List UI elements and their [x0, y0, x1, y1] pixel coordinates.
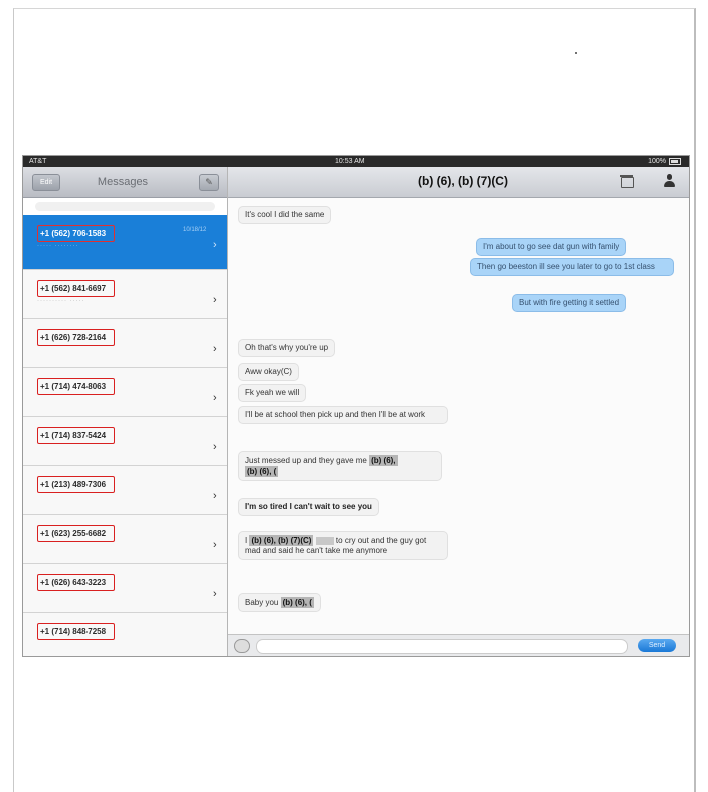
battery-indicator: 100% [648, 156, 681, 167]
search-input[interactable] [35, 202, 215, 211]
status-bar: AT&T 10:53 AM 100% [23, 156, 689, 167]
left-navbar: Edit Messages ✎ [23, 167, 227, 198]
compose-button[interactable]: ✎ [199, 174, 219, 191]
message-bubble-incoming: It's cool I did the same [238, 206, 332, 224]
message-bubble-outgoing: But with fire getting it settled [512, 294, 627, 312]
contact-name: +1 (626) 728-2164 [37, 329, 116, 346]
redaction-box: (b) (6), ( [245, 466, 279, 477]
message-bubble-incoming: I'll be at school then pick up and then … [238, 406, 448, 424]
chevron-right-icon: › [213, 239, 217, 251]
send-button[interactable]: Send [638, 639, 676, 652]
contact-name: +1 (562) 841-6697 [37, 280, 116, 297]
carrier-label: AT&T [29, 158, 47, 165]
battery-percent: 100% [648, 158, 666, 165]
conversation-item[interactable]: +1 (714) 474-8063 › [23, 368, 227, 417]
redaction-box: (b) (6), (b) (7)(C) [249, 535, 314, 546]
conversation-list: +1 (562) 706-1583 10/18/12 ····· ·······… [23, 215, 227, 656]
chevron-right-icon: › [213, 294, 217, 306]
conversation-item[interactable]: +1 (562) 841-6697 ·········· ····· › [23, 270, 227, 319]
conversation-preview: ····· ········ [37, 243, 79, 249]
message-bubble-incoming: Oh that's why you're up [238, 339, 336, 357]
contact-name: +1 (626) 643-3223 [37, 574, 116, 591]
contact-name: +1 (714) 474-8063 [37, 378, 116, 395]
message-text: I [245, 536, 248, 545]
message-bubble-incoming: Baby you (b) (6), ( [238, 593, 321, 612]
conversation-list-pane: Edit Messages ✎ +1 (562) 706-1583 10/18/… [23, 167, 228, 656]
clock: 10:53 AM [335, 158, 365, 165]
contact-name: +1 (623) 255-6682 [37, 525, 116, 542]
contact-name: +1 (714) 837-5424 [37, 427, 116, 444]
chat-pane: (b) (6), (b) (7)(C) It's cool I did the … [228, 167, 689, 656]
composer-bar: Send [228, 634, 689, 656]
contact-name: +1 (714) 848-7258 [37, 623, 116, 640]
chevron-right-icon: › [213, 343, 217, 355]
chevron-right-icon: › [213, 588, 217, 600]
chevron-right-icon: › [213, 490, 217, 502]
chat-navbar: (b) (6), (b) (7)(C) [228, 167, 689, 198]
battery-icon [669, 157, 681, 165]
contact-name: +1 (213) 489-7306 [37, 476, 116, 493]
message-text: Just messed up and they gave me [245, 456, 367, 465]
message-text: Baby you [245, 598, 279, 607]
compose-icon: ✎ [205, 177, 213, 187]
message-bubble-incoming: I'm so tired I can't wait to see you [238, 498, 379, 516]
camera-icon[interactable] [234, 639, 250, 653]
messages-title: Messages [97, 176, 149, 188]
conversation-item[interactable]: +1 (623) 255-6682 › [23, 515, 227, 564]
conversation-item[interactable]: +1 (213) 489-7306 › [23, 466, 227, 515]
message-input[interactable] [256, 639, 628, 654]
chevron-right-icon: › [213, 441, 217, 453]
chat-title: (b) (6), (b) (7)(C) [418, 174, 508, 188]
chevron-right-icon: › [213, 539, 217, 551]
ipad-screen: AT&T 10:53 AM 100% Edit Messages ✎ +1 (5… [22, 155, 690, 657]
redaction-box: (b) (6), ( [280, 597, 314, 608]
contact-icon[interactable] [663, 173, 677, 189]
conversation-item[interactable]: +1 (714) 837-5424 › [23, 417, 227, 466]
redaction-bar [315, 536, 334, 545]
conversation-item[interactable]: +1 (714) 848-7258 [23, 613, 227, 656]
message-thread: It's cool I did the same I'm about to go… [228, 198, 689, 628]
message-bubble-outgoing: Then go beeston ill see you later to go … [470, 258, 674, 276]
conversation-item[interactable]: +1 (562) 706-1583 10/18/12 ····· ·······… [23, 215, 227, 270]
redaction-box: (b) (6), [369, 455, 398, 466]
conversation-date: 10/18/12 [183, 227, 207, 233]
message-bubble-incoming: Fk yeah we will [238, 384, 307, 402]
message-bubble-incoming: Aww okay(C) [238, 363, 299, 381]
message-bubble-incoming: I (b) (6), (b) (7)(C) to cry out and the… [238, 531, 448, 560]
contact-name: +1 (562) 706-1583 [37, 225, 116, 242]
conversation-preview: ·········· ····· [37, 298, 85, 304]
edit-button[interactable]: Edit [32, 174, 60, 191]
conversation-item[interactable]: +1 (626) 643-3223 › [23, 564, 227, 613]
conversation-item[interactable]: +1 (626) 728-2164 › [23, 319, 227, 368]
search-bar [23, 198, 227, 216]
scan-speck [575, 52, 577, 54]
message-bubble-incoming: Just messed up and they gave me (b) (6),… [238, 451, 442, 481]
message-bubble-outgoing: I'm about to go see dat gun with family [476, 238, 627, 256]
chevron-right-icon: › [213, 392, 217, 404]
trash-icon[interactable] [620, 175, 634, 188]
